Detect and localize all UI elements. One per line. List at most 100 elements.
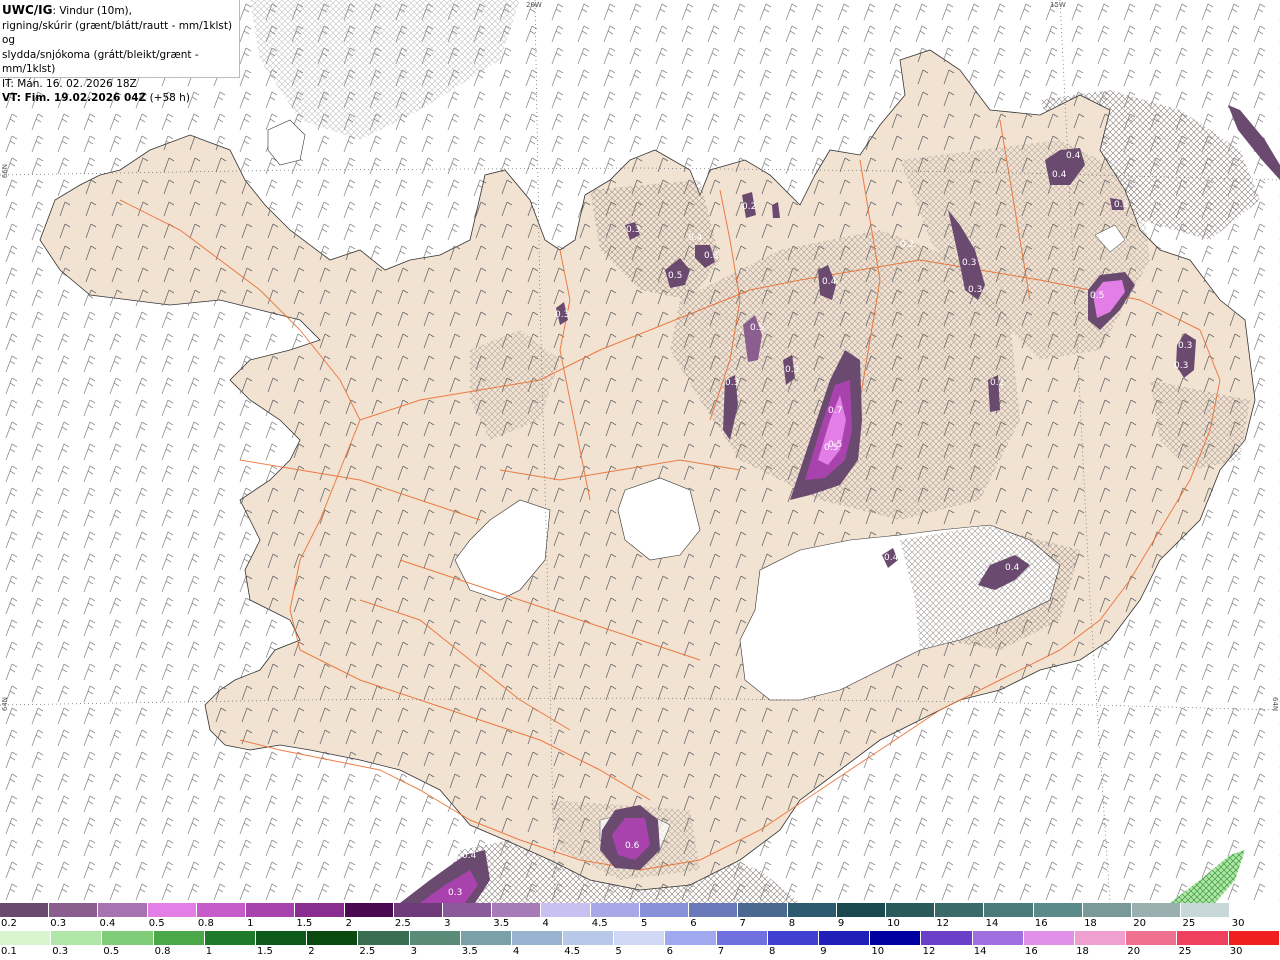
legend_rain-swatch	[819, 931, 871, 945]
legend_snow-label: 4.5	[591, 918, 608, 929]
legend_snow-label: 2.5	[394, 918, 411, 929]
precip-value-label: 0.3	[1178, 341, 1192, 351]
weather-map: 0.30.40.30.50.50.40.50.30.30.70.50.20.30…	[0, 0, 1280, 903]
precip-value-label: 0.2	[990, 378, 1004, 388]
legend_snow-swatch	[738, 903, 788, 917]
legend_snow-swatch	[984, 903, 1034, 917]
legend_snow-label: 0.4	[99, 918, 116, 929]
legend_snow-swatch	[836, 903, 886, 917]
precip-value-label: 0.2	[742, 202, 756, 212]
snow-legend-labels: 0.2 0.3 0.4 0.5 0.8 1 1.5 2 2.5 3 3.5 4 4.5 5 6 7 8 9 10 12…	[0, 917, 1280, 931]
precip-value-label: 0.3	[785, 365, 799, 375]
legend_rain-swatch	[665, 931, 717, 945]
rain-legend-colorbar	[0, 931, 1280, 945]
legend_rain-label: 8	[769, 946, 776, 957]
valid-time: VT: Fim. 19.02.2026 04Z	[2, 92, 147, 104]
precip-value-label: 0.3	[704, 251, 718, 261]
legend_snow-label: 1.5	[296, 918, 313, 929]
legend_snow-swatch	[393, 903, 443, 917]
legend_snow-label: 12	[936, 918, 950, 929]
legend_snow-label: 6	[690, 918, 697, 929]
precip-value-label: 0.3	[448, 888, 462, 898]
precip-value-label: 0.6	[625, 841, 640, 851]
legend_snow-swatch	[295, 903, 345, 917]
precip-value-label: 0.5	[1090, 291, 1104, 301]
legend_snow-label: 7	[739, 918, 746, 929]
lon-label-20w: 20W	[526, 1, 542, 9]
legend_snow-swatch	[1132, 903, 1182, 917]
precip-value-label: 0.4	[688, 233, 703, 243]
legend_snow-swatch	[639, 903, 690, 917]
legend_snow-label: 0.5	[148, 918, 165, 929]
legend_rain-swatch	[204, 931, 256, 945]
legend_rain-swatch	[409, 931, 461, 945]
legend_snow-swatch	[344, 903, 394, 917]
map-info-box: UWC/IG: Vindur (10m), rigning/skúrir (gr…	[0, 0, 240, 104]
lat-label-64n-right: 64N	[1271, 697, 1279, 712]
title-line-3: slydda/snjókoma (grátt/bleikt/grænt - mm…	[2, 48, 199, 76]
lat-label-66n: 66N	[1, 164, 9, 179]
title-line-2: rigning/skúrir (grænt/blátt/rautt - mm/1…	[2, 19, 233, 47]
legend_rain-swatch	[870, 931, 922, 945]
legend_snow-label: 30	[1231, 918, 1245, 929]
legend_rain-label: 4.5	[564, 946, 581, 957]
legend_rain-label: 7	[717, 946, 725, 957]
legend_rain-swatch	[1228, 931, 1280, 945]
legend_rain-swatch	[102, 931, 154, 945]
precip-value-label: 0.4	[462, 851, 477, 861]
legend_rain-label: 2	[308, 946, 315, 957]
legend_rain-swatch	[1126, 931, 1178, 945]
legend_snow-swatch	[442, 903, 493, 917]
legend_rain-label: 20	[1127, 946, 1141, 957]
precip-value-label: 0.4	[1066, 151, 1081, 161]
legend_rain-label: 10	[871, 946, 885, 957]
legend_rain-label: 0.8	[154, 946, 171, 957]
precip-value-label: 0.5	[668, 271, 682, 281]
legend_snow-label: 10	[887, 918, 900, 929]
precip-value-label: 0.4	[822, 277, 837, 287]
legend_snow-swatch	[935, 903, 985, 917]
legend_rain-label: 18	[1076, 946, 1089, 957]
forecast-offset: (+58 h)	[146, 92, 190, 104]
legend_snow-swatch	[246, 903, 296, 917]
legend_snow-label: 8	[788, 918, 796, 929]
legend_snow-label: 16	[1034, 918, 1048, 929]
legend_snow-label: 0.2	[1, 918, 17, 929]
legend_snow-label: 14	[985, 918, 999, 929]
legend_snow-swatch	[1230, 903, 1280, 917]
legend_snow-label: 25	[1182, 918, 1196, 929]
precip-value-label: 0.2	[900, 240, 914, 250]
legend_snow-swatch	[147, 903, 197, 917]
precip-value-label: 0.7	[828, 406, 842, 416]
legend_snow-label: 0.8	[197, 918, 214, 929]
legend_rain-label: 9	[820, 946, 827, 957]
rain-legend: 0.1 0.3 0.5 0.8 1 1.5 2 2.5 3 3.5 4 4.5 5 6 7 8 9 10 12 14 1…	[0, 931, 1280, 959]
legend_rain-swatch	[307, 931, 359, 945]
legend_rain-swatch	[511, 931, 564, 945]
legend_snow-swatch	[492, 903, 542, 917]
precip-value-label: 0.4	[884, 553, 899, 563]
legend_snow-label: 0.3	[50, 918, 67, 929]
legend_snow-swatch	[787, 903, 837, 917]
precip-value-label: 0.3	[962, 258, 976, 268]
precip-value-label: 0.3	[968, 285, 982, 295]
legend_rain-label: 30	[1229, 946, 1243, 957]
precip-value-label: 0.5	[824, 443, 838, 453]
legend_snow-label: 18	[1084, 918, 1097, 929]
legend_rain-label: 25	[1178, 946, 1192, 957]
legend_snow-label: 3.5	[493, 918, 510, 929]
legend_rain-swatch	[255, 931, 308, 945]
legend_snow-label: 3	[444, 918, 451, 929]
legend_rain-label: 12	[922, 946, 936, 957]
legend_snow-swatch	[1181, 903, 1231, 917]
legend_snow-swatch	[541, 903, 591, 917]
legend_snow-label: 1	[247, 918, 254, 929]
snow-legend: 0.2 0.3 0.4 0.5 0.8 1 1.5 2 2.5 3 3.5 4 4.5 5 6 7 8 9 10 12…	[0, 903, 1280, 931]
legend_rain-swatch	[1177, 931, 1229, 945]
legend_rain-swatch	[767, 931, 819, 945]
lon-label-15w: 15W	[1050, 1, 1066, 9]
legend_rain-label: 0.5	[103, 946, 120, 957]
valid-time-line: VT: Fim. 19.02.2026 04Z (+58 h)	[2, 91, 237, 106]
legend_snow-swatch	[1082, 903, 1133, 917]
legend_rain-swatch	[972, 931, 1024, 945]
